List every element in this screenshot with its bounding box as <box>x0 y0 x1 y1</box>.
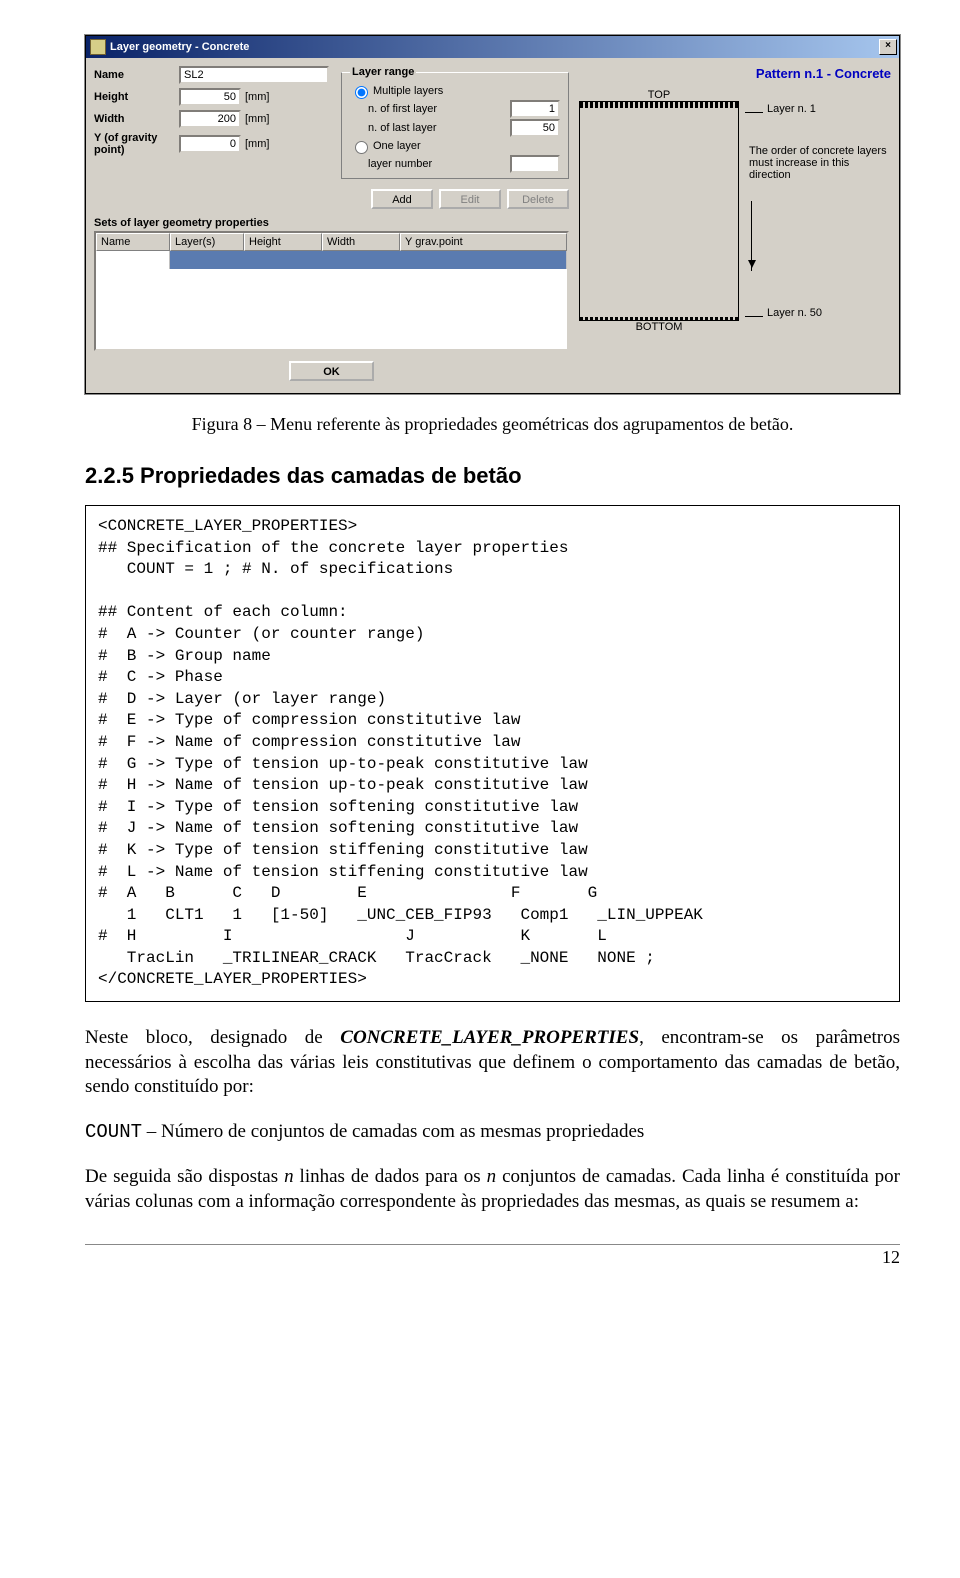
col-ygrav[interactable]: Y grav.point <box>400 233 567 251</box>
arrow-down-icon <box>751 201 891 271</box>
name-field[interactable] <box>179 66 329 84</box>
diagram-order-text: The order of concrete layers must increa… <box>749 145 891 181</box>
diagram-layer1: Layer n. 1 <box>767 103 816 115</box>
name-label: Name <box>94 69 179 81</box>
col-height[interactable]: Height <box>244 233 322 251</box>
ok-button[interactable]: OK <box>289 361 374 381</box>
layers-diagram: TOP BOTTOM Layer n. 1 Th <box>579 89 891 333</box>
last-layer-label: n. of last layer <box>368 122 510 134</box>
footer-rule <box>85 1244 900 1245</box>
window-title: Layer geometry - Concrete <box>110 41 879 53</box>
add-button[interactable]: Add <box>371 189 433 209</box>
ygrav-field[interactable] <box>179 135 241 153</box>
layer-geometry-dialog: Layer geometry - Concrete × Name Height … <box>85 35 900 394</box>
diagram-layer50: Layer n. 50 <box>767 307 822 319</box>
one-layer-label: One layer <box>373 140 560 152</box>
height-unit: [mm] <box>245 91 269 103</box>
layer-range-legend: Layer range <box>350 66 416 78</box>
multiple-layers-radio[interactable] <box>355 86 368 99</box>
app-icon <box>90 39 106 55</box>
width-field[interactable] <box>179 110 241 128</box>
width-unit: [mm] <box>245 113 269 125</box>
figure-caption: Figura 8 – Menu referente às propriedade… <box>85 414 900 435</box>
first-layer-field[interactable] <box>510 100 560 118</box>
col-name[interactable]: Name <box>96 233 170 251</box>
titlebar: Layer geometry - Concrete × <box>86 36 899 58</box>
height-label: Height <box>94 91 179 103</box>
diagram-top-label: TOP <box>579 89 739 101</box>
paragraph-3: De seguida são dispostas n linhas de dad… <box>85 1165 900 1214</box>
sets-table[interactable]: Name Layer(s) Height Width Y grav.point <box>94 231 569 351</box>
table-row[interactable] <box>96 251 567 269</box>
col-layers[interactable]: Layer(s) <box>170 233 244 251</box>
layer-number-label: layer number <box>368 158 510 170</box>
page-number: 12 <box>85 1247 900 1268</box>
col-width[interactable]: Width <box>322 233 400 251</box>
ygrav-unit: [mm] <box>245 138 269 150</box>
paragraph-1: Neste bloco, designado de CONCRETE_LAYER… <box>85 1026 900 1100</box>
multiple-layers-label: Multiple layers <box>373 85 560 97</box>
delete-button[interactable]: Delete <box>507 189 569 209</box>
last-layer-field[interactable] <box>510 119 560 137</box>
ygrav-label: Y (of gravity point) <box>94 132 179 156</box>
edit-button[interactable]: Edit <box>439 189 501 209</box>
layer-range-group: Layer range Multiple layers n. of first … <box>341 66 569 179</box>
section-heading: 2.2.5 Propriedades das camadas de betão <box>85 463 900 489</box>
width-label: Width <box>94 113 179 125</box>
close-icon[interactable]: × <box>879 39 897 55</box>
first-layer-label: n. of first layer <box>368 103 510 115</box>
diagram-bottom-label: BOTTOM <box>579 321 739 333</box>
pattern-title: Pattern n.1 - Concrete <box>579 66 891 81</box>
height-field[interactable] <box>179 88 241 106</box>
layer-number-field[interactable] <box>510 155 560 173</box>
one-layer-radio[interactable] <box>355 141 368 154</box>
code-specification-block: <CONCRETE_LAYER_PROPERTIES> ## Specifica… <box>85 505 900 1002</box>
sets-label: Sets of layer geometry properties <box>94 217 569 229</box>
paragraph-2: COUNT – Número de conjuntos de camadas c… <box>85 1120 900 1145</box>
